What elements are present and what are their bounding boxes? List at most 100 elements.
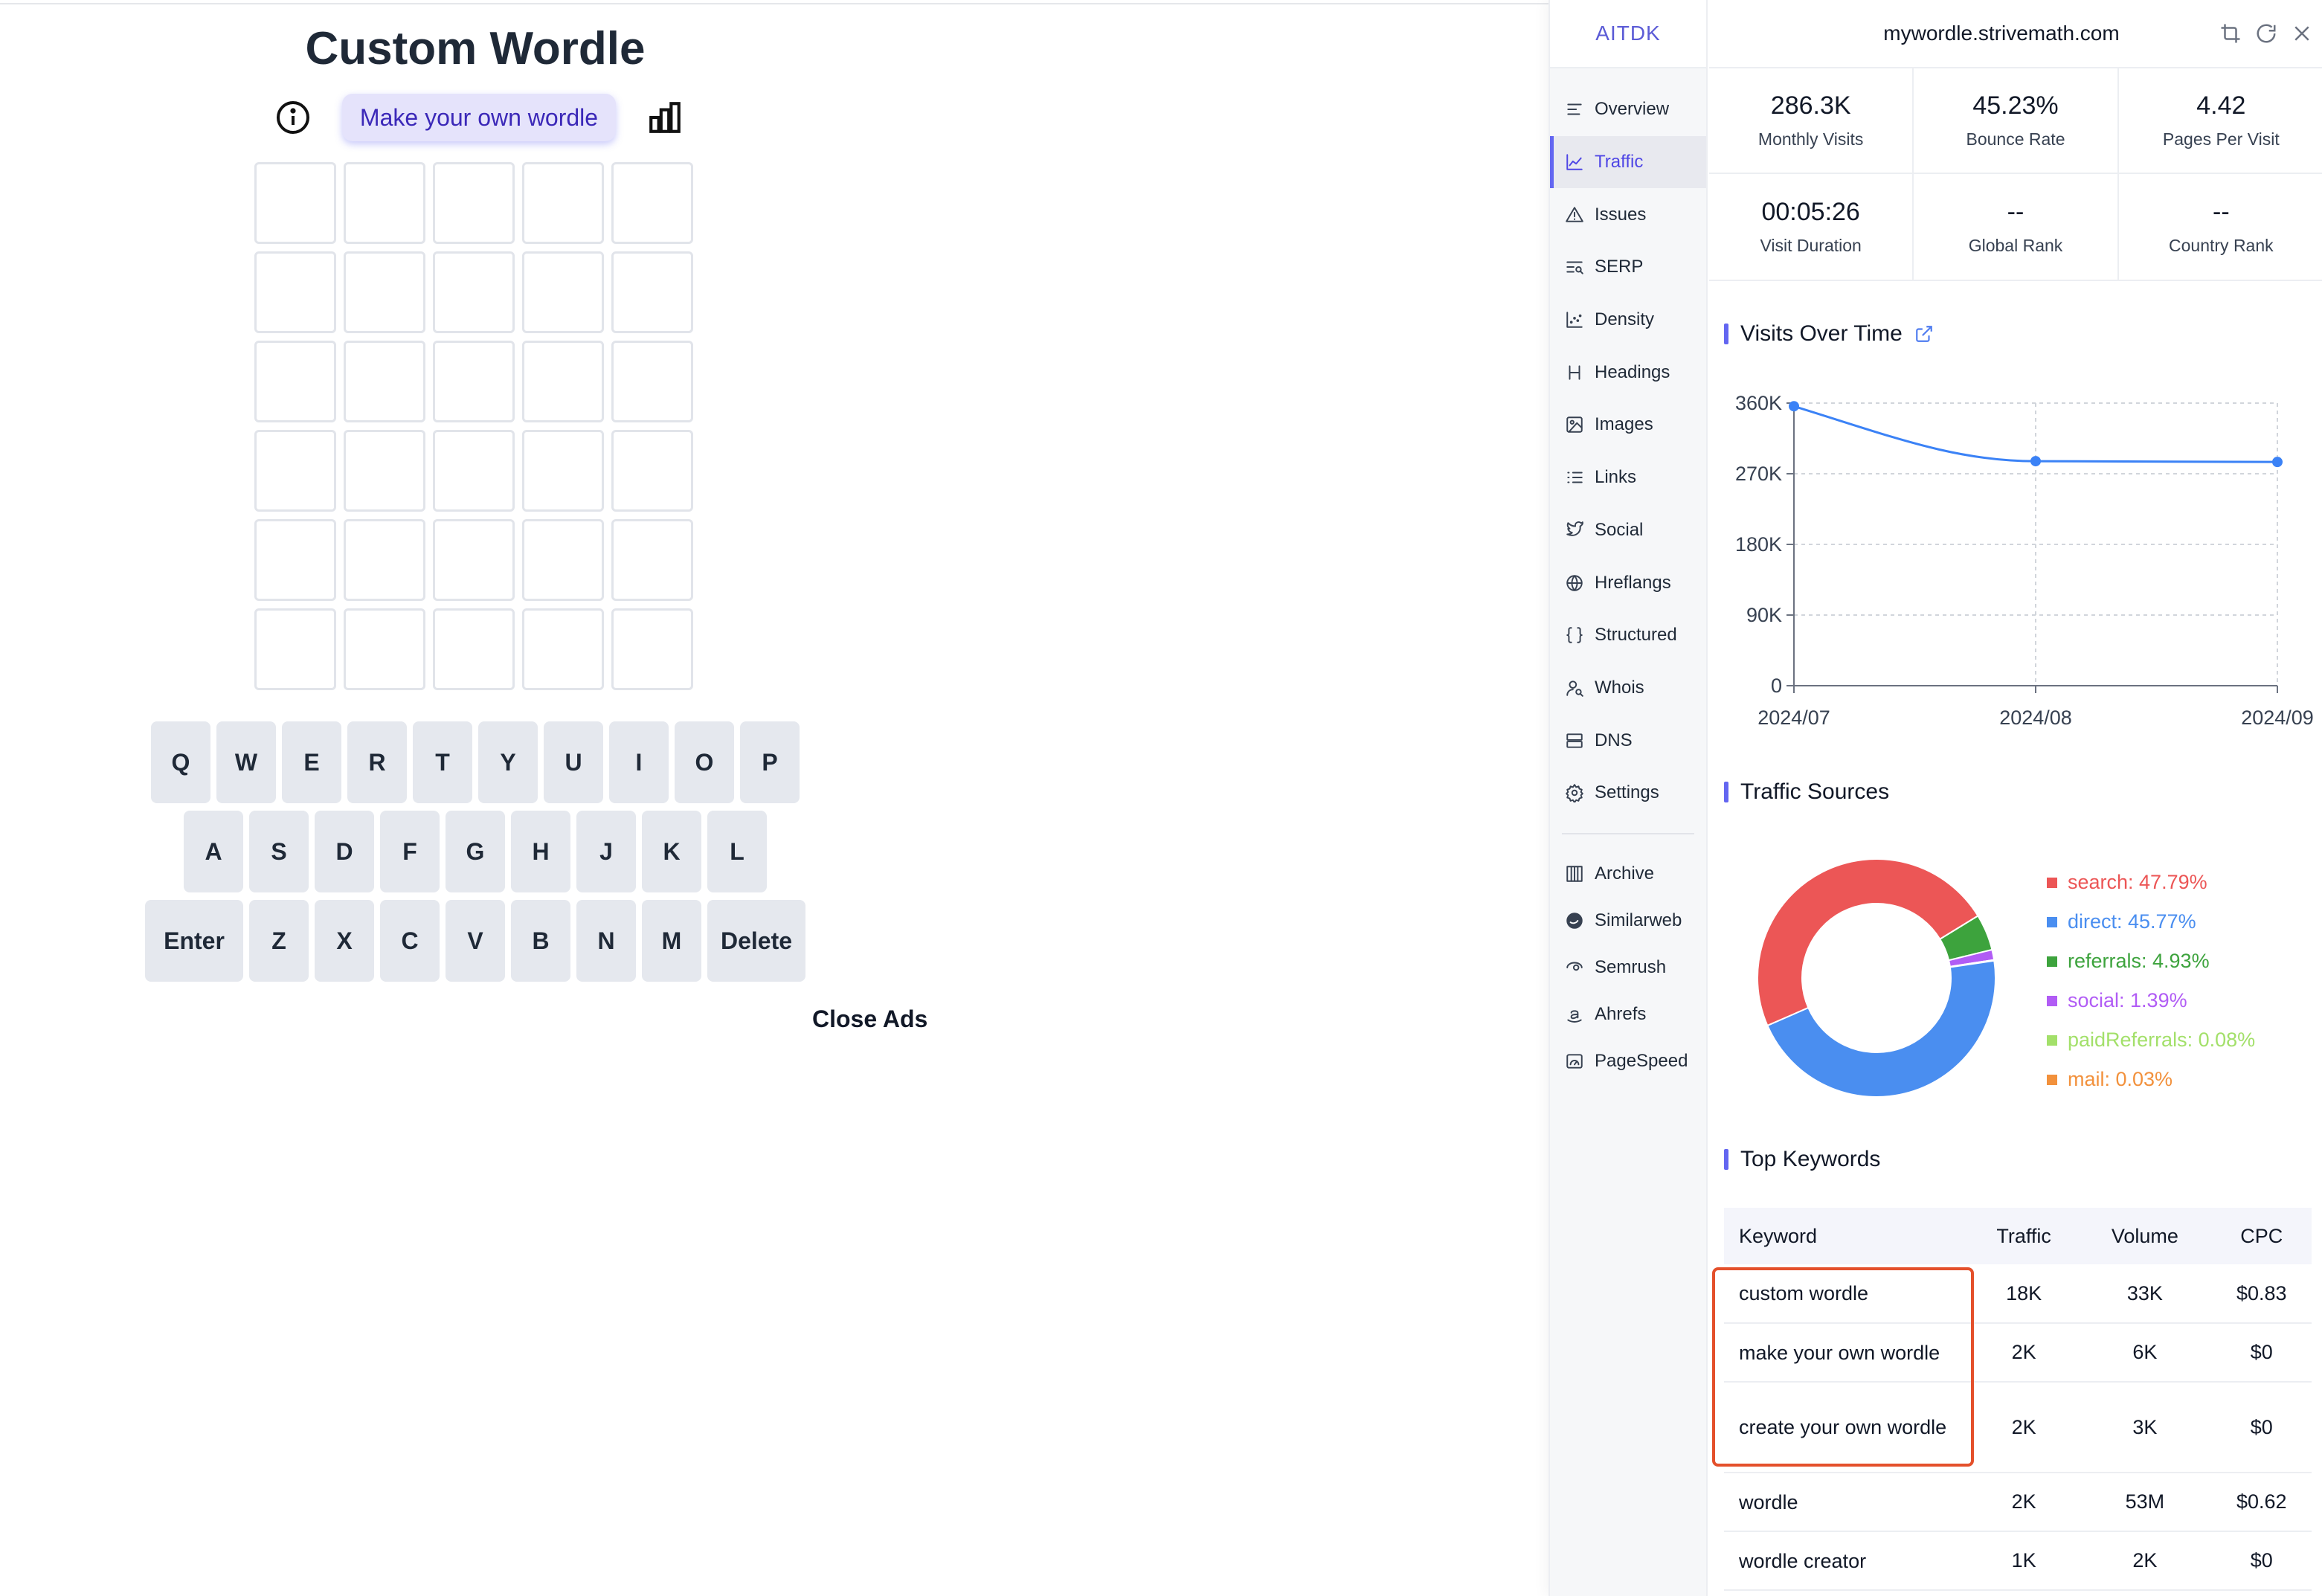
metric-label: Bounce Rate xyxy=(1966,129,2065,149)
legend-item[interactable]: mail: 0.03% xyxy=(2047,1060,2255,1099)
keyword-cell[interactable]: wordle xyxy=(1724,1473,1969,1532)
key-t[interactable]: T xyxy=(413,721,472,803)
sidebar-item-label: Traffic xyxy=(1595,152,1644,173)
key-enter[interactable]: Enter xyxy=(145,900,243,982)
sidebar-item-dns[interactable]: DNS xyxy=(1550,714,1706,767)
sidebar-item-links[interactable]: Links xyxy=(1550,451,1706,504)
letter-tile xyxy=(254,608,336,690)
external-tool-similarweb[interactable]: Similarweb xyxy=(1550,898,1706,945)
sidebar-item-headings[interactable]: Headings xyxy=(1550,346,1706,399)
letter-tile xyxy=(522,430,604,512)
external-tool-semrush[interactable]: Semrush xyxy=(1550,945,1706,991)
data-point[interactable] xyxy=(1789,401,1799,412)
key-h[interactable]: H xyxy=(511,811,570,892)
key-n[interactable]: N xyxy=(576,900,636,982)
key-delete[interactable]: Delete xyxy=(707,900,805,982)
key-o[interactable]: O xyxy=(675,721,734,803)
legend-item[interactable]: paidReferrals: 0.08% xyxy=(2047,1020,2255,1060)
key-r[interactable]: R xyxy=(347,721,407,803)
key-q[interactable]: Q xyxy=(151,721,210,803)
external-tool-pagespeed[interactable]: PageSpeed xyxy=(1550,1038,1706,1085)
key-f[interactable]: F xyxy=(380,811,440,892)
table-cell: $0 xyxy=(2211,1323,2312,1383)
legend-swatch xyxy=(2047,916,2057,927)
sidebar: AITDK Overview Traffic Issues SERP Density He… xyxy=(1550,0,1708,1596)
legend-item[interactable]: direct: 45.77% xyxy=(2047,902,2255,942)
key-i[interactable]: I xyxy=(609,721,669,803)
key-k[interactable]: K xyxy=(642,811,701,892)
brand-logo[interactable]: AITDK xyxy=(1550,0,1706,68)
serp-icon xyxy=(1566,261,1583,275)
sidebar-item-structured[interactable]: Structured xyxy=(1550,609,1706,662)
letter-tile xyxy=(254,162,336,244)
sidebar-item-label: Links xyxy=(1595,467,1637,488)
key-g[interactable]: G xyxy=(446,811,505,892)
key-p[interactable]: P xyxy=(740,721,800,803)
sidebar-item-overview[interactable]: Overview xyxy=(1550,83,1706,136)
domain-label: mywordle.strivemath.com xyxy=(1883,22,2120,45)
make-your-own-button[interactable]: Make your own wordle xyxy=(341,94,617,141)
legend-item[interactable]: search: 47.79% xyxy=(2047,863,2255,902)
legend-label: referrals: 4.93% xyxy=(2068,950,2210,972)
sidebar-item-whois[interactable]: Whois xyxy=(1550,662,1706,715)
external-tool-label: Ahrefs xyxy=(1595,1004,1647,1025)
metric-card: -- Country Rank xyxy=(2119,174,2322,280)
external-tool-ahrefs[interactable]: Ahrefs xyxy=(1550,991,1706,1038)
letter-tile xyxy=(254,251,336,333)
semrush-icon xyxy=(1566,962,1583,971)
column-header: Traffic xyxy=(1969,1208,2079,1264)
table-row: custom wordle 18K 33K $0.83 xyxy=(1724,1264,2312,1324)
sidebar-item-label: Settings xyxy=(1595,782,1659,803)
wordle-board xyxy=(254,162,693,690)
close-icon[interactable] xyxy=(2291,22,2313,45)
key-s[interactable]: S xyxy=(249,811,309,892)
keyword-cell[interactable]: wordle creator xyxy=(1724,1531,1969,1591)
external-tool-archive[interactable]: Archive xyxy=(1550,851,1706,898)
key-x[interactable]: X xyxy=(315,900,374,982)
info-icon[interactable] xyxy=(272,97,314,138)
keyword-cell[interactable]: make your own wordle xyxy=(1724,1323,1969,1383)
sidebar-item-issues[interactable]: Issues xyxy=(1550,188,1706,241)
keyword-cell[interactable]: custom wordle xyxy=(1724,1264,1969,1324)
key-z[interactable]: Z xyxy=(249,900,309,982)
stats-icon[interactable] xyxy=(644,97,686,138)
sidebar-item-hreflangs[interactable]: Hreflangs xyxy=(1550,556,1706,609)
external-link-icon[interactable] xyxy=(1914,324,1934,344)
key-m[interactable]: M xyxy=(642,900,701,982)
sidebar-item-label: DNS xyxy=(1595,730,1633,750)
sidebar-item-traffic[interactable]: Traffic xyxy=(1550,135,1706,189)
key-y[interactable]: Y xyxy=(478,721,538,803)
heading-icon xyxy=(1569,365,1580,380)
refresh-icon[interactable] xyxy=(2255,22,2277,45)
sidebar-item-settings[interactable]: Settings xyxy=(1550,767,1706,820)
sidebar-nav: Overview Traffic Issues SERP Density Headings… xyxy=(1550,83,1706,820)
key-a[interactable]: A xyxy=(184,811,243,892)
table-cell: 2K xyxy=(1969,1382,2079,1473)
sidebar-item-social[interactable]: Social xyxy=(1550,504,1706,557)
key-c[interactable]: C xyxy=(380,900,440,982)
key-u[interactable]: U xyxy=(544,721,603,803)
key-j[interactable]: J xyxy=(576,811,636,892)
key-l[interactable]: L xyxy=(707,811,767,892)
crop-icon[interactable] xyxy=(2219,22,2242,45)
key-v[interactable]: V xyxy=(446,900,505,982)
sidebar-item-images[interactable]: Images xyxy=(1550,399,1706,451)
legend-item[interactable]: referrals: 4.93% xyxy=(2047,942,2255,981)
key-e[interactable]: E xyxy=(282,721,341,803)
keyword-cell[interactable]: create your own wordle xyxy=(1724,1382,1969,1473)
data-point[interactable] xyxy=(2272,457,2283,468)
archive-icon xyxy=(1566,866,1583,882)
key-b[interactable]: B xyxy=(511,900,570,982)
close-ads-link[interactable]: Close Ads xyxy=(812,1005,927,1033)
metric-card: 45.23% Bounce Rate xyxy=(1914,68,2119,174)
key-w[interactable]: W xyxy=(216,721,276,803)
metric-label: Global Rank xyxy=(1968,236,2063,255)
legend-item[interactable]: social: 1.39% xyxy=(2047,981,2255,1020)
sidebar-item-serp[interactable]: SERP xyxy=(1550,241,1706,294)
legend-swatch xyxy=(2047,995,2057,1006)
sidebar-item-density[interactable]: Density xyxy=(1550,294,1706,347)
letter-tile xyxy=(522,341,604,422)
data-point[interactable] xyxy=(2030,456,2041,467)
key-d[interactable]: D xyxy=(315,811,374,892)
legend-label: paidReferrals: 0.08% xyxy=(2068,1029,2256,1051)
